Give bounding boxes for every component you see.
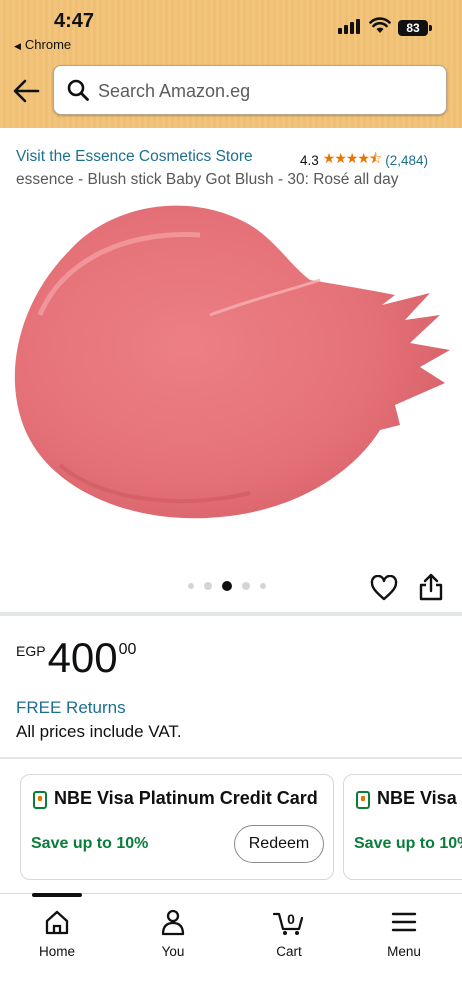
offer-title: NBE Visa Signature Credit Card: [377, 788, 462, 808]
app-header: 4:47 ◀ Chrome 83: [0, 0, 462, 128]
price-whole: 400: [47, 634, 118, 681]
offer-savings: Save up to 10%: [354, 835, 462, 852]
battery-tip: [429, 25, 432, 31]
nav-label: You: [161, 944, 185, 959]
product-image[interactable]: [0, 195, 462, 530]
search-icon: [67, 79, 89, 101]
nav-active-indicator: [32, 893, 82, 897]
star-rating-icon: ★★★★⯪: [322, 150, 382, 166]
nav-you[interactable]: You: [133, 908, 213, 959]
offer-savings: Save up to 10%: [31, 835, 149, 852]
menu-icon: [391, 912, 417, 932]
product-title: essence - Blush stick Baby Got Blush - 3…: [16, 171, 399, 188]
cart-icon: 0: [272, 911, 304, 935]
offer-card[interactable]: NBE Visa Signature Credit Card Save up t…: [343, 774, 462, 880]
back-triangle-icon: ◀: [14, 41, 21, 51]
credit-card-icon: [356, 791, 370, 809]
bottom-nav: Home You 0 Cart Menu: [0, 893, 462, 1000]
rating-summary[interactable]: 4.3 ★★★★⯪ (2,484): [300, 148, 428, 172]
rating-value: 4.3: [300, 152, 319, 168]
image-pager[interactable]: [188, 581, 266, 591]
price-fraction: 00: [118, 641, 137, 658]
pager-dot-active[interactable]: [222, 581, 232, 591]
back-to-app[interactable]: ◀ Chrome: [14, 37, 71, 52]
pager-dot[interactable]: [204, 582, 212, 590]
store-link[interactable]: Visit the Essence Cosmetics Store: [16, 148, 253, 166]
nav-label: Cart: [276, 944, 302, 959]
person-icon: [161, 909, 185, 936]
wifi-icon: [369, 17, 391, 33]
cart-count: 0: [287, 911, 295, 927]
price-currency: EGP: [16, 643, 46, 659]
nav-cart[interactable]: 0 Cart: [249, 908, 329, 959]
redeem-button[interactable]: Redeem: [234, 825, 324, 863]
signal-icon: [338, 18, 362, 34]
nav-menu[interactable]: Menu: [364, 908, 444, 959]
back-arrow-icon[interactable]: [12, 78, 40, 104]
vat-note: All prices include VAT.: [16, 722, 182, 741]
search-bar[interactable]: [53, 65, 447, 115]
offer-title: NBE Visa Platinum Credit Card: [54, 788, 318, 808]
free-returns-link[interactable]: FREE Returns: [16, 698, 126, 718]
rating-count[interactable]: (2,484): [385, 153, 428, 168]
battery-indicator: 83: [398, 20, 428, 36]
section-divider: [0, 757, 462, 759]
nav-label: Home: [38, 944, 75, 959]
share-icon[interactable]: [418, 572, 444, 602]
home-icon: [45, 910, 69, 935]
pager-dot[interactable]: [242, 582, 250, 590]
search-input[interactable]: [98, 78, 428, 104]
nav-label: Menu: [387, 944, 421, 959]
price: EGP 400 00: [16, 636, 136, 680]
back-app-label: Chrome: [24, 37, 72, 52]
credit-card-icon: [33, 791, 47, 809]
nav-home[interactable]: Home: [17, 908, 97, 959]
section-divider: [0, 612, 462, 616]
offer-card[interactable]: NBE Visa Platinum Credit Card Save up to…: [20, 774, 334, 880]
product-page: 4:47 ◀Chrome 83 Visit the Essence Cosmet…: [0, 0, 462, 1000]
status-time: 4:47: [54, 10, 95, 32]
pager-dot[interactable]: [260, 583, 266, 589]
pager-dot[interactable]: [188, 583, 194, 589]
heart-icon[interactable]: [370, 575, 398, 601]
